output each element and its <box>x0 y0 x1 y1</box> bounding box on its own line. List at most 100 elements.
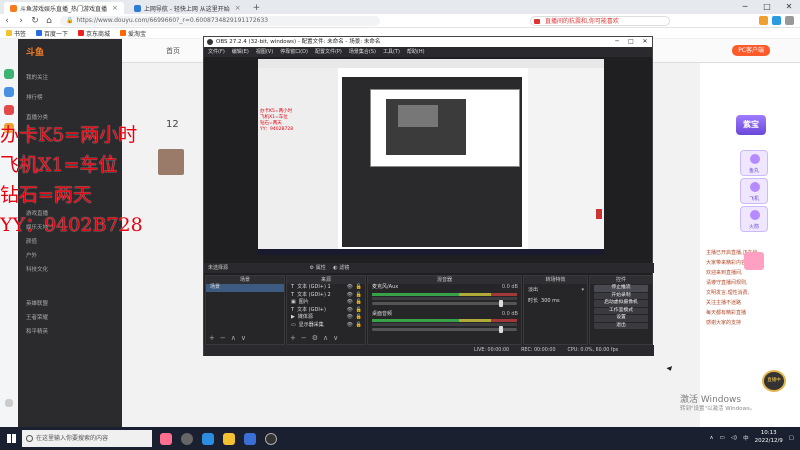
sidebar-item[interactable]: 和平精英 <box>26 327 48 335</box>
side-app-icon[interactable] <box>4 87 14 97</box>
notification-icon[interactable]: ▢ <box>789 435 794 441</box>
obs-preview[interactable]: 办卡K5=两小时 飞机X1=车位 钻石=两天 YY：9402B728 <box>258 59 604 255</box>
source-item[interactable]: T 文本 (GDI+) 👁 🔓 <box>287 307 365 315</box>
volume-slider[interactable] <box>372 326 517 333</box>
tray-up-arrow-icon[interactable]: ∧ <box>709 435 713 441</box>
menu-tools[interactable]: 工具(T) <box>383 47 400 57</box>
forward-icon[interactable]: › <box>14 16 28 26</box>
menu-file[interactable]: 文件(F) <box>208 47 225 57</box>
exit-button[interactable]: 退出 <box>594 322 648 329</box>
side-app-icon[interactable] <box>4 69 14 79</box>
maximize-icon[interactable]: □ <box>756 0 778 14</box>
volume-icon[interactable]: ◁) <box>731 435 737 441</box>
task-view-icon[interactable] <box>181 432 193 445</box>
close-tab-icon[interactable]: × <box>235 4 241 12</box>
live-badge-icon[interactable]: 直播中 <box>762 370 786 392</box>
close-tab-icon[interactable]: × <box>112 4 118 12</box>
up-icon[interactable]: ∧ <box>323 334 328 342</box>
gift-item[interactable]: 飞机 <box>740 178 768 204</box>
menu-view[interactable]: 视图(V) <box>256 47 273 57</box>
clock[interactable]: 10:13 2022/12/9 <box>755 430 783 445</box>
virtual-camera-button[interactable]: 启动虚拟摄像机 <box>594 300 648 307</box>
menu-scene-collection[interactable]: 场景集合(S) <box>349 47 376 57</box>
minimize-icon[interactable]: ─ <box>610 37 624 47</box>
lock-icon[interactable]: 🔓 <box>356 307 362 315</box>
gear-icon[interactable]: ⚙ <box>312 334 318 342</box>
properties-button[interactable]: ⚙ 属性 <box>310 265 326 271</box>
bookmark-item[interactable]: 爱淘宝 <box>120 29 146 38</box>
add-icon[interactable]: + <box>209 334 215 342</box>
slider-handle[interactable] <box>499 326 503 333</box>
folder-icon[interactable] <box>223 432 235 445</box>
obs-titlebar[interactable]: OBS 27.2.4 (32-bit, windows) - 配置文件: 未命名… <box>204 37 652 47</box>
ime-icon[interactable]: 中 <box>743 434 749 442</box>
start-button[interactable] <box>0 427 22 450</box>
up-icon[interactable]: ∧ <box>231 334 236 342</box>
sidebar-item[interactable]: 英雄联盟 <box>26 299 48 307</box>
promo-icon[interactable] <box>744 252 764 270</box>
down-icon[interactable]: ∨ <box>333 334 338 342</box>
maximize-icon[interactable]: □ <box>624 37 638 47</box>
scene-item[interactable]: 场景 <box>206 284 284 292</box>
menu-docks[interactable]: 停靠窗口(D) <box>280 47 308 57</box>
eye-icon[interactable]: 👁 <box>347 299 353 307</box>
edge-icon[interactable] <box>202 432 214 445</box>
gift-item[interactable]: 鱼丸 <box>740 150 768 176</box>
duration-input[interactable]: 300 ms <box>541 298 560 306</box>
add-icon[interactable]: + <box>290 334 296 342</box>
source-item[interactable]: ▣ 图片 👁 🔓 <box>287 299 365 307</box>
back-icon[interactable]: ‹ <box>0 16 14 26</box>
close-window-icon[interactable]: ✕ <box>778 0 800 14</box>
slider-handle[interactable] <box>499 299 503 307</box>
tab-douyu[interactable]: 斗鱼游戏娱乐直播_热门游戏直播 × <box>4 2 124 14</box>
lock-icon[interactable]: 🔓 <box>356 284 362 292</box>
side-app-icon[interactable] <box>4 105 14 115</box>
pc-client-button[interactable]: PC客户端 <box>732 45 770 56</box>
streamer-avatar[interactable] <box>158 149 184 175</box>
refresh-icon[interactable]: ↻ <box>28 16 42 26</box>
nav-home-link[interactable]: 首页 <box>166 46 180 56</box>
source-item[interactable]: T 文本 (GDI+) 1 👁 🔓 <box>287 284 365 292</box>
sidebar-item[interactable]: 我的关注 <box>26 73 48 81</box>
taskbar-search-box[interactable]: 在这里输入你要搜索的内容 <box>22 430 152 447</box>
start-recording-button[interactable]: 开始录制 <box>594 292 648 299</box>
transition-select[interactable]: 淡出 ▾ <box>524 287 587 295</box>
stop-streaming-button[interactable]: 停止推流 <box>594 285 648 292</box>
menu-profile[interactable]: 配置文件(P) <box>315 47 342 57</box>
network-icon[interactable]: ▭ <box>719 435 724 441</box>
bookmark-item[interactable]: 书签 <box>6 29 26 38</box>
bookmark-item[interactable]: 京东商城 <box>78 29 110 38</box>
lock-icon[interactable]: 🔓 <box>356 314 362 322</box>
eye-icon[interactable]: 👁 <box>347 314 353 322</box>
menu-help[interactable]: 帮助(H) <box>407 47 425 57</box>
douyu-logo[interactable]: 斗鱼 <box>26 45 50 59</box>
add-icon[interactable] <box>5 399 13 407</box>
lock-icon[interactable]: 🔓 <box>356 299 362 307</box>
down-icon[interactable]: ∨ <box>241 334 246 342</box>
remove-icon[interactable]: − <box>220 334 226 342</box>
app-icon[interactable] <box>160 432 172 445</box>
eye-icon[interactable]: 👁 <box>347 292 353 300</box>
source-item[interactable]: T 文本 (GDI+) 2 👁 🔓 <box>287 292 365 300</box>
close-window-icon[interactable]: ✕ <box>638 37 652 47</box>
settings-button[interactable]: 设置 <box>594 315 648 322</box>
minimize-icon[interactable]: ─ <box>734 0 756 14</box>
browser-search-box[interactable]: 直播间的抗震和,你可能喜欢 <box>530 16 670 26</box>
source-item[interactable]: ▭ 显示器采集 👁 🔓 <box>287 322 365 330</box>
menu-edit[interactable]: 编辑(E) <box>232 47 249 57</box>
remove-icon[interactable]: − <box>301 334 307 342</box>
browser-app-icon[interactable] <box>244 432 256 445</box>
source-item[interactable]: ▶ 媒体源 👁 🔓 <box>287 314 365 322</box>
eye-icon[interactable]: 👁 <box>347 284 353 292</box>
volume-slider[interactable] <box>372 299 517 307</box>
menu-icon[interactable] <box>785 16 794 25</box>
url-field[interactable]: 🔒 https://www.douyu.com/6699660?_r=0.6008… <box>60 15 380 26</box>
extension-icon[interactable] <box>759 16 768 25</box>
new-tab-button[interactable]: + <box>253 2 261 14</box>
studio-mode-button[interactable]: 工作室模式 <box>594 307 648 314</box>
sidebar-item[interactable]: 排行榜 <box>26 93 43 101</box>
gift-item[interactable]: 火箭 <box>740 206 768 232</box>
obs-app-icon[interactable] <box>265 432 277 445</box>
sidebar-item[interactable]: 王者荣耀 <box>26 313 48 321</box>
lock-icon[interactable]: 🔓 <box>356 292 362 300</box>
